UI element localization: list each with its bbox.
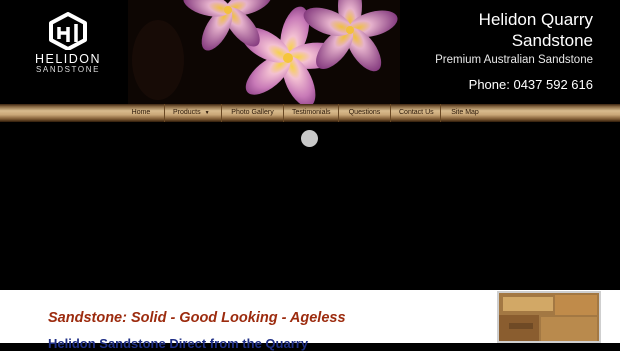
main-nav: Home Products ▼ Photo Gallery Testimonial… xyxy=(0,104,620,122)
nav-photo-gallery[interactable]: Photo Gallery xyxy=(222,104,284,122)
tagline: Premium Australian Sandstone xyxy=(435,54,593,66)
logo[interactable]: HELIDON SANDSTONE xyxy=(30,12,106,74)
page-subheading: Helidon Sandstone Direct from the Quarry xyxy=(48,336,309,351)
company-line-1: Helidon Quarry xyxy=(478,10,593,29)
logo-text: HELIDON xyxy=(34,52,102,66)
logo-subtext: SANDSTONE xyxy=(35,65,101,74)
phone-number[interactable]: Phone: 0437 592 616 xyxy=(373,77,593,92)
nav-home[interactable]: Home xyxy=(118,104,165,122)
nav-products-label: Products xyxy=(173,109,201,116)
main-content: Sandstone: Solid - Good Looking - Ageles… xyxy=(0,290,620,351)
site-header: HELIDON SANDSTONE Helidon Quarry Sandsto… xyxy=(0,0,620,104)
page-headline: Sandstone: Solid - Good Looking - Ageles… xyxy=(48,310,346,326)
nav-products[interactable]: Products ▼ xyxy=(165,104,222,122)
header-flower-image xyxy=(128,0,400,104)
nav-site-map[interactable]: Site Map xyxy=(441,104,489,122)
loading-spinner-icon xyxy=(301,130,318,147)
chevron-down-icon: ▼ xyxy=(204,110,210,116)
company-name: Helidon Quarry Sandstone xyxy=(393,9,593,51)
nav-questions[interactable]: Questions xyxy=(339,104,391,122)
logo-cube-icon xyxy=(49,12,87,50)
sandstone-photo xyxy=(497,291,601,343)
image-slider[interactable] xyxy=(0,122,620,290)
company-line-2: Sandstone xyxy=(511,31,593,50)
nav-contact-us[interactable]: Contact Us xyxy=(391,104,441,122)
nav-testimonials[interactable]: Testimonials xyxy=(284,104,339,122)
